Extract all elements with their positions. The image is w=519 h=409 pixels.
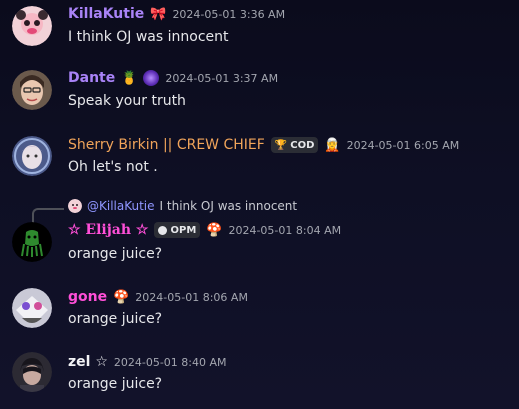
avatar	[68, 199, 82, 213]
pink-ribbon-icon: 🎀	[150, 6, 167, 22]
username[interactable]: Dante	[68, 70, 115, 86]
avatar[interactable]	[12, 136, 52, 176]
username[interactable]: gone	[68, 289, 107, 305]
message-header: ☆ Elijah ☆ OPM 🍄 2024-05-01 8:04 AM	[68, 222, 341, 238]
username[interactable]: ☆ Elijah ☆	[68, 222, 148, 238]
reply-text: I think OJ was innocent	[159, 199, 298, 213]
avatar[interactable]	[12, 352, 52, 392]
timestamp: 2024-05-01 8:04 AM	[228, 223, 342, 237]
message-text: Oh let's not .	[68, 159, 158, 175]
timestamp: 2024-05-01 3:36 AM	[172, 7, 286, 21]
message-text: Speak your truth	[68, 93, 186, 109]
message-text: orange juice?	[68, 376, 163, 392]
username[interactable]: KillaKutie	[68, 6, 144, 22]
timestamp: 2024-05-01 8:06 AM	[135, 290, 248, 304]
figure-icon: 🧝	[324, 137, 341, 153]
purple-orb-icon	[143, 70, 160, 86]
message-text: I think OJ was innocent	[68, 29, 229, 45]
message-header: KillaKutie 🎀 2024-05-01 3:36 AM	[68, 6, 285, 22]
pineapple-icon: 🍍	[121, 70, 138, 86]
avatar[interactable]	[12, 222, 52, 262]
message-header: zel ☆ 2024-05-01 8:40 AM	[68, 354, 227, 370]
avatar[interactable]	[12, 6, 52, 46]
username[interactable]: Sherry Birkin || CREW CHIEF	[68, 137, 265, 153]
message-text: orange juice?	[68, 246, 163, 262]
trophy-icon: 🏆	[274, 139, 288, 151]
server-tag[interactable]: OPM	[154, 222, 201, 238]
message-header: Dante 🍍 2024-05-01 3:37 AM	[68, 70, 278, 86]
timestamp: 2024-05-01 3:37 AM	[165, 71, 279, 85]
reply-mention[interactable]: @KillaKutie	[87, 199, 155, 213]
message-text: orange juice?	[68, 311, 163, 327]
server-tag[interactable]: 🏆 COD	[270, 137, 319, 153]
username[interactable]: zel ☆	[68, 354, 108, 370]
reply-preview[interactable]: @KillaKutie I think OJ was innocent	[68, 199, 297, 213]
avatar[interactable]	[12, 288, 52, 328]
message-header: Sherry Birkin || CREW CHIEF 🏆 COD 🧝 2024…	[68, 137, 459, 153]
logo-icon	[158, 225, 168, 235]
tag-label: COD	[290, 139, 315, 151]
mushroom-icon: 🍄	[206, 222, 223, 238]
timestamp: 2024-05-01 8:40 AM	[113, 355, 227, 369]
message-header: gone 🍄 2024-05-01 8:06 AM	[68, 289, 248, 305]
tag-label: OPM	[170, 224, 197, 236]
mushroom-icon: 🍄	[113, 289, 130, 305]
avatar[interactable]	[12, 70, 52, 110]
timestamp: 2024-05-01 6:05 AM	[346, 138, 460, 152]
